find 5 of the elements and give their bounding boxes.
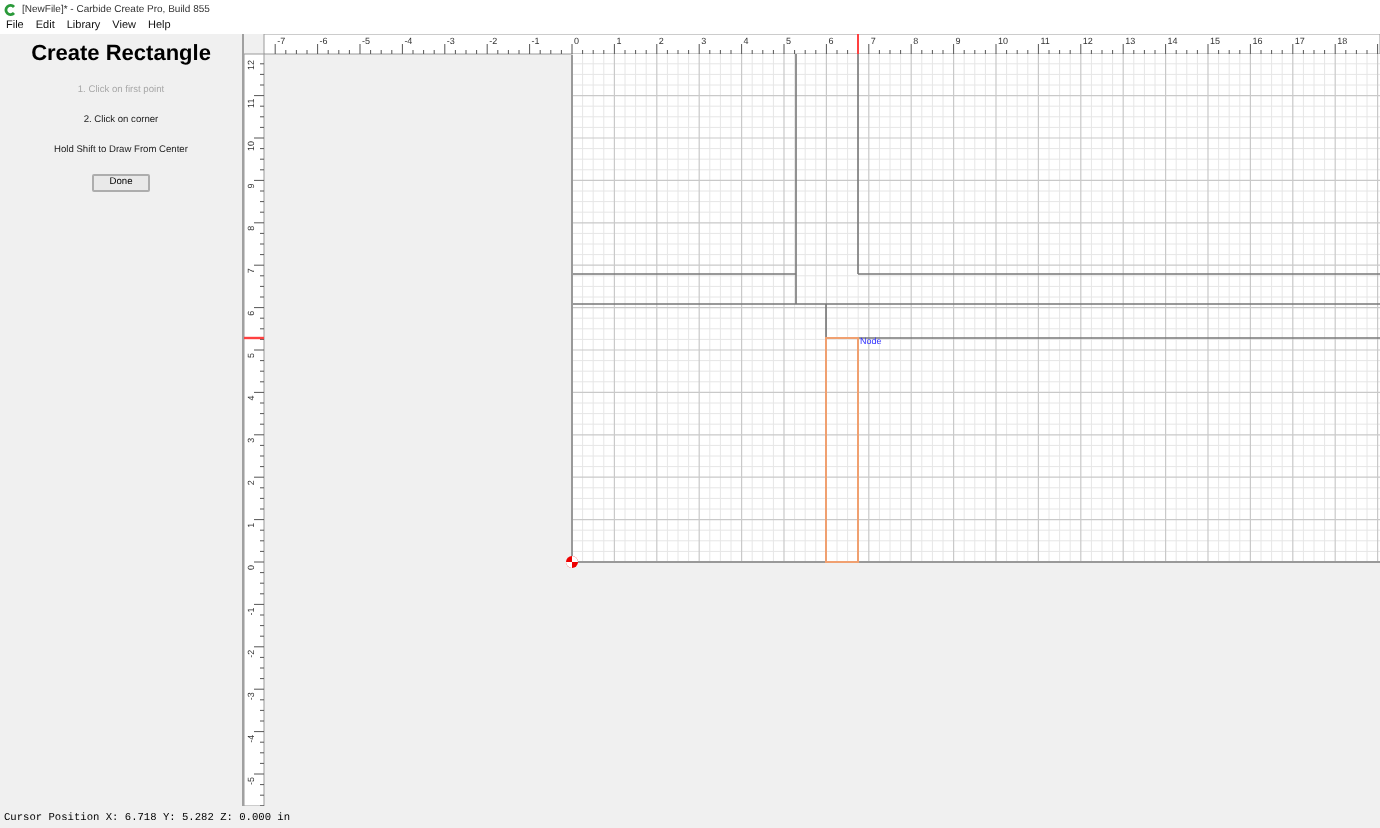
cursor-marker bbox=[857, 34, 859, 55]
panel-title: Create Rectangle bbox=[31, 42, 211, 66]
app-icon bbox=[4, 3, 16, 15]
origin-icon bbox=[566, 556, 578, 568]
cursor-marker bbox=[244, 336, 264, 340]
